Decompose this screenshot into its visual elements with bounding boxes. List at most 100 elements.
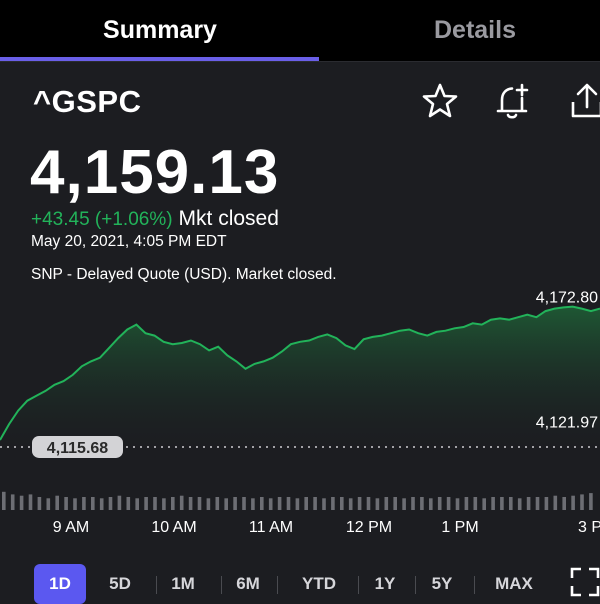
share-button[interactable]: [566, 80, 600, 122]
ticker-symbol: ^GSPC: [33, 84, 142, 119]
volume-bar: [509, 497, 513, 510]
high-value-label: 4,172.80: [536, 290, 598, 307]
tab-details[interactable]: Details: [325, 0, 600, 61]
volume-bar: [73, 498, 77, 510]
x-tick-label: 1 PM: [441, 519, 478, 536]
bell-plus-icon: [496, 83, 529, 119]
volume-bar: [580, 494, 584, 510]
volume-bar: [2, 491, 6, 510]
volume-bar: [384, 497, 389, 510]
volume-bar: [331, 497, 335, 510]
change-line: +43.45 (+1.06%) Mkt closed: [31, 207, 279, 231]
range-6m-button[interactable]: 6M: [227, 564, 269, 604]
volume-bar: [357, 497, 362, 510]
volume-bar: [544, 497, 549, 510]
volume-bar: [366, 497, 371, 510]
volume-bar: [589, 493, 593, 510]
volume-bar: [91, 497, 95, 510]
expand-icon: [570, 567, 600, 597]
market-status: Mkt closed: [178, 207, 279, 230]
price-alert-button[interactable]: [492, 80, 534, 122]
volume-bar: [286, 497, 291, 510]
volume-bar: [446, 497, 451, 510]
tab-bar: Summary Details: [0, 0, 600, 62]
volume-bar: [251, 498, 255, 510]
share-icon: [571, 83, 600, 118]
volume-bar: [375, 498, 380, 510]
volume-bar: [491, 497, 495, 510]
range-max-button[interactable]: MAX: [480, 564, 548, 604]
volume-bar: [268, 498, 273, 510]
active-tab-indicator: [0, 57, 319, 61]
volume-bar: [197, 497, 202, 510]
volume-bar: [206, 498, 211, 510]
range-1m-button[interactable]: 1M: [162, 564, 204, 604]
x-tick-label: 10 AM: [151, 519, 196, 536]
volume-bar: [420, 497, 424, 510]
volume-bar: [19, 495, 24, 510]
quote-source-note: SNP - Delayed Quote (USD). Market closed…: [31, 266, 337, 283]
volume-bar: [99, 498, 104, 510]
volume-bar: [526, 497, 531, 510]
volume-bar: [242, 497, 246, 510]
volume-bar: [126, 497, 131, 510]
volume-bar: [535, 497, 540, 510]
volume-bar: [340, 497, 344, 510]
price-area: [0, 306, 600, 447]
volume-bar: [37, 497, 42, 510]
range-1y-button[interactable]: 1Y: [364, 564, 406, 604]
range-1d-button[interactable]: 1D: [34, 564, 86, 604]
range-ytd-button[interactable]: YTD: [283, 564, 355, 604]
volume-bar: [224, 498, 228, 510]
volume-bar: [233, 497, 237, 510]
quote-timestamp: May 20, 2021, 4:05 PM EDT: [31, 233, 227, 250]
volume-bar: [277, 497, 282, 510]
volume-bar: [260, 497, 264, 510]
range-separator: [156, 576, 157, 594]
fullscreen-button[interactable]: [568, 565, 600, 599]
volume-bar: [135, 498, 139, 510]
range-5d-button[interactable]: 5D: [99, 564, 141, 604]
volume-bar: [553, 495, 558, 510]
volume-bar: [144, 497, 148, 510]
current-price: 4,159.13: [30, 138, 280, 207]
price-change: +43.45 (+1.06%): [31, 209, 173, 230]
volume-bar: [571, 495, 575, 510]
range-separator: [221, 576, 222, 594]
x-tick-label: 12 PM: [346, 519, 392, 536]
low-value-label: 4,121.97: [536, 415, 598, 432]
volume-bar: [55, 495, 59, 510]
volume-bar: [402, 498, 406, 510]
volume-bar: [82, 497, 86, 510]
range-separator: [358, 576, 359, 594]
volume-bar: [464, 497, 469, 510]
range-separator: [474, 576, 475, 594]
volume-bar: [500, 497, 504, 510]
volume-bar: [46, 498, 51, 510]
volume-bar: [348, 498, 353, 510]
volume-bar: [188, 497, 193, 510]
volume-bar: [304, 497, 308, 510]
volume-bar: [153, 497, 157, 510]
volume-bar: [108, 497, 113, 510]
volume-bar: [162, 498, 166, 510]
intraday-chart[interactable]: 4,172.80 4,121.97 4,115.68 9 AM 10 AM 11 A…: [0, 290, 600, 540]
x-tick-label: 9 AM: [53, 519, 89, 536]
volume-bar: [473, 497, 478, 510]
volume-bar: [171, 497, 175, 510]
volume-bar: [295, 498, 300, 510]
volume-bar: [215, 497, 220, 510]
range-separator: [277, 576, 278, 594]
volume-bar: [313, 497, 317, 510]
tab-summary[interactable]: Summary: [10, 0, 310, 61]
range-5y-button[interactable]: 5Y: [421, 564, 463, 604]
volume-bar: [28, 494, 33, 510]
range-selector: 1D 5D 1M 6M YTD 1Y 5Y MAX: [30, 564, 550, 604]
watchlist-button[interactable]: [419, 80, 461, 122]
volume-bar: [429, 498, 433, 510]
volume-bar: [562, 497, 566, 510]
x-tick-label: 3 P: [578, 519, 600, 536]
volume-bar: [10, 494, 15, 510]
previous-close-badge: 4,115.68: [32, 435, 123, 458]
volume-bar: [517, 498, 522, 510]
